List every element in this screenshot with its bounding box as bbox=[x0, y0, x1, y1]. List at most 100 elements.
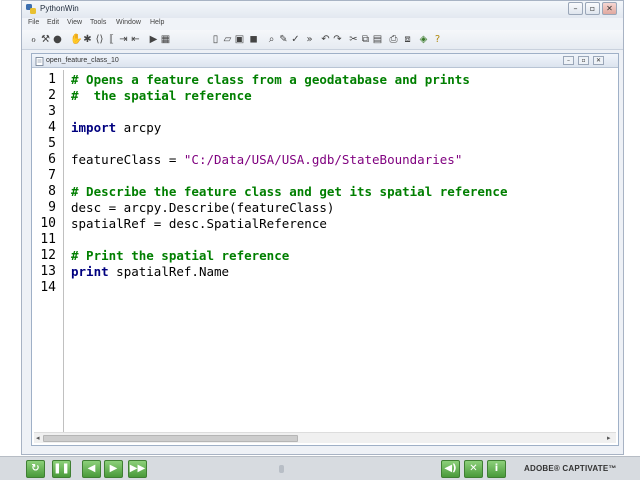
line-number: 12 bbox=[40, 248, 56, 263]
minimize-button[interactable]: – bbox=[568, 2, 583, 15]
code-keyword: print bbox=[71, 264, 109, 279]
paint-icon[interactable]: ◈ bbox=[418, 33, 429, 46]
line-number: 9 bbox=[48, 200, 56, 215]
code-line[interactable]: featureClass = "C:/Data/USA/USA.gdb/Stat… bbox=[71, 152, 462, 168]
indent-icon[interactable]: ⇥ bbox=[118, 33, 129, 46]
editor-close-button[interactable]: ✕ bbox=[593, 56, 604, 65]
code-text: spatialRef.Name bbox=[108, 264, 230, 279]
editor-restore-button[interactable]: ▫ bbox=[578, 56, 589, 65]
line-number: 7 bbox=[48, 168, 56, 183]
tools-icon[interactable]: ⚒ bbox=[40, 33, 51, 46]
save-all-icon[interactable]: ◼ bbox=[248, 33, 259, 46]
document-icon bbox=[35, 57, 44, 66]
code-text: arcpy bbox=[116, 120, 162, 135]
code-line[interactable]: import arcpy bbox=[71, 120, 161, 136]
browse-icon[interactable]: ⧈ bbox=[402, 33, 413, 46]
redo-icon[interactable]: ↷ bbox=[332, 33, 343, 46]
glyph-icon[interactable]: ℴ bbox=[28, 33, 39, 46]
code-comment: # Opens a feature class from a geodataba… bbox=[71, 72, 470, 87]
print-icon[interactable]: ⎙ bbox=[388, 33, 399, 46]
find-icon[interactable]: ⌕ bbox=[266, 33, 277, 46]
menu-help[interactable]: Help bbox=[150, 19, 164, 26]
code-string: "C:/Data/USA/USA.gdb/StateBoundaries" bbox=[183, 152, 463, 167]
line-number: 1 bbox=[48, 72, 56, 87]
record-icon[interactable]: ● bbox=[52, 33, 63, 46]
run-icon[interactable]: ▶ bbox=[148, 33, 159, 46]
line-number: 3 bbox=[48, 104, 56, 119]
code-text: spatialRef = desc.SpatialReference bbox=[71, 216, 327, 231]
line-number: 2 bbox=[48, 88, 56, 103]
menu-bar: File Edit View Tools Window Help bbox=[22, 18, 623, 30]
rewind-icon[interactable]: ↻ bbox=[26, 460, 45, 478]
close-button[interactable]: ✕ bbox=[602, 2, 617, 15]
adobe-captivate-logo: ADOBE® CAPTIVATE™ bbox=[524, 464, 617, 473]
toolbar: ℴ ⚒ ● ✋ ✱ ⟨⟩ ⟦ ⇥ ⇤ ▶ ▦ ▯ ▱ ▣ ◼ ⌕ ✎ ✓ » ↶… bbox=[22, 30, 623, 50]
editor-minimize-button[interactable]: – bbox=[563, 56, 574, 65]
cut-icon[interactable]: ✂ bbox=[348, 33, 359, 46]
code-line[interactable]: spatialRef = desc.SpatialReference bbox=[71, 216, 327, 232]
maximize-button[interactable]: ▫ bbox=[585, 2, 600, 15]
check-icon[interactable]: ✓ bbox=[290, 33, 301, 46]
edit-icon[interactable]: ✎ bbox=[278, 33, 289, 46]
bug-icon[interactable]: ✱ bbox=[82, 33, 93, 46]
line-number: 10 bbox=[40, 216, 56, 231]
info-icon[interactable]: i bbox=[487, 460, 506, 478]
close-icon[interactable]: ✕ bbox=[464, 460, 483, 478]
line-number: 13 bbox=[40, 264, 56, 279]
code-comment: # Print the spatial reference bbox=[71, 248, 290, 263]
progress-indicator[interactable] bbox=[279, 465, 284, 473]
code-text: featureClass = bbox=[71, 152, 184, 167]
code-text: desc = arcpy.Describe(featureClass) bbox=[71, 200, 335, 215]
code-line[interactable]: desc = arcpy.Describe(featureClass) bbox=[71, 200, 334, 216]
line-number-gutter: 1 2 3 4 5 6 7 8 9 10 11 12 13 14 bbox=[34, 70, 64, 434]
back-icon[interactable]: ◀ bbox=[82, 460, 101, 478]
hand-icon[interactable]: ✋ bbox=[70, 33, 82, 46]
code-comment: # Describe the feature class and get its… bbox=[71, 184, 508, 199]
bracket-icon[interactable]: ⟦ bbox=[106, 33, 117, 46]
editor-window: open_feature_class_10 – ▫ ✕ 1 2 3 4 5 6 7 8 9 10 1… bbox=[31, 53, 619, 446]
play-icon[interactable]: ▶ bbox=[104, 460, 123, 478]
code-editor[interactable]: 1 2 3 4 5 6 7 8 9 10 11 12 13 14 # Opens a feature cl… bbox=[34, 70, 616, 434]
code-line[interactable]: # the spatial reference bbox=[71, 88, 252, 104]
editor-tab-title: open_feature_class_10 bbox=[46, 57, 119, 64]
line-number: 8 bbox=[48, 184, 56, 199]
line-number: 6 bbox=[48, 152, 56, 167]
grid-icon[interactable]: ▦ bbox=[160, 33, 171, 46]
horizontal-scrollbar[interactable]: ◂ ▸ bbox=[34, 432, 616, 443]
menu-window[interactable]: Window bbox=[116, 19, 141, 26]
line-number: 5 bbox=[48, 136, 56, 151]
paste-icon[interactable]: ▤ bbox=[372, 33, 383, 46]
menu-tools[interactable]: Tools bbox=[90, 19, 106, 26]
save-icon[interactable]: ▣ bbox=[234, 33, 245, 46]
pause-icon[interactable]: ❚❚ bbox=[52, 460, 71, 478]
line-number: 11 bbox=[40, 232, 56, 247]
app-title: PythonWin bbox=[40, 4, 79, 13]
line-number: 14 bbox=[40, 280, 56, 295]
python-app-icon bbox=[26, 4, 36, 14]
line-number: 4 bbox=[48, 120, 56, 135]
code-line[interactable]: # Print the spatial reference bbox=[71, 248, 289, 264]
code-line[interactable]: print spatialRef.Name bbox=[71, 264, 229, 280]
pythonwin-window: PythonWin – ▫ ✕ File Edit View Tools Win… bbox=[21, 0, 624, 455]
undo-icon[interactable]: ↶ bbox=[320, 33, 331, 46]
open-icon[interactable]: ▱ bbox=[222, 33, 233, 46]
bracket-icon[interactable]: ⟨⟩ bbox=[94, 33, 105, 46]
captivate-playbar: ↻ ❚❚ ◀ ▶ ▶▶ ◀) ✕ i ADOBE® CAPTIVATE™ bbox=[0, 456, 640, 480]
copy-icon[interactable]: ⧉ bbox=[360, 33, 371, 46]
scrollbar-thumb[interactable] bbox=[43, 435, 298, 442]
scroll-left-icon[interactable]: ◂ bbox=[36, 434, 40, 442]
menu-file[interactable]: File bbox=[28, 19, 39, 26]
menu-edit[interactable]: Edit bbox=[47, 19, 59, 26]
code-line[interactable]: # Describe the feature class and get its… bbox=[71, 184, 508, 200]
code-keyword: import bbox=[71, 120, 117, 135]
code-line[interactable]: # Opens a feature class from a geodataba… bbox=[71, 72, 470, 88]
indent-icon[interactable]: ⇤ bbox=[130, 33, 141, 46]
title-bar: PythonWin – ▫ ✕ bbox=[22, 1, 623, 18]
menu-view[interactable]: View bbox=[67, 19, 82, 26]
audio-icon[interactable]: ◀) bbox=[441, 460, 460, 478]
chevron-icon[interactable]: » bbox=[304, 33, 315, 46]
fast-forward-icon[interactable]: ▶▶ bbox=[128, 460, 147, 478]
help-icon[interactable]: ? bbox=[432, 33, 443, 46]
new-icon[interactable]: ▯ bbox=[210, 33, 221, 46]
scroll-right-icon[interactable]: ▸ bbox=[607, 434, 611, 442]
